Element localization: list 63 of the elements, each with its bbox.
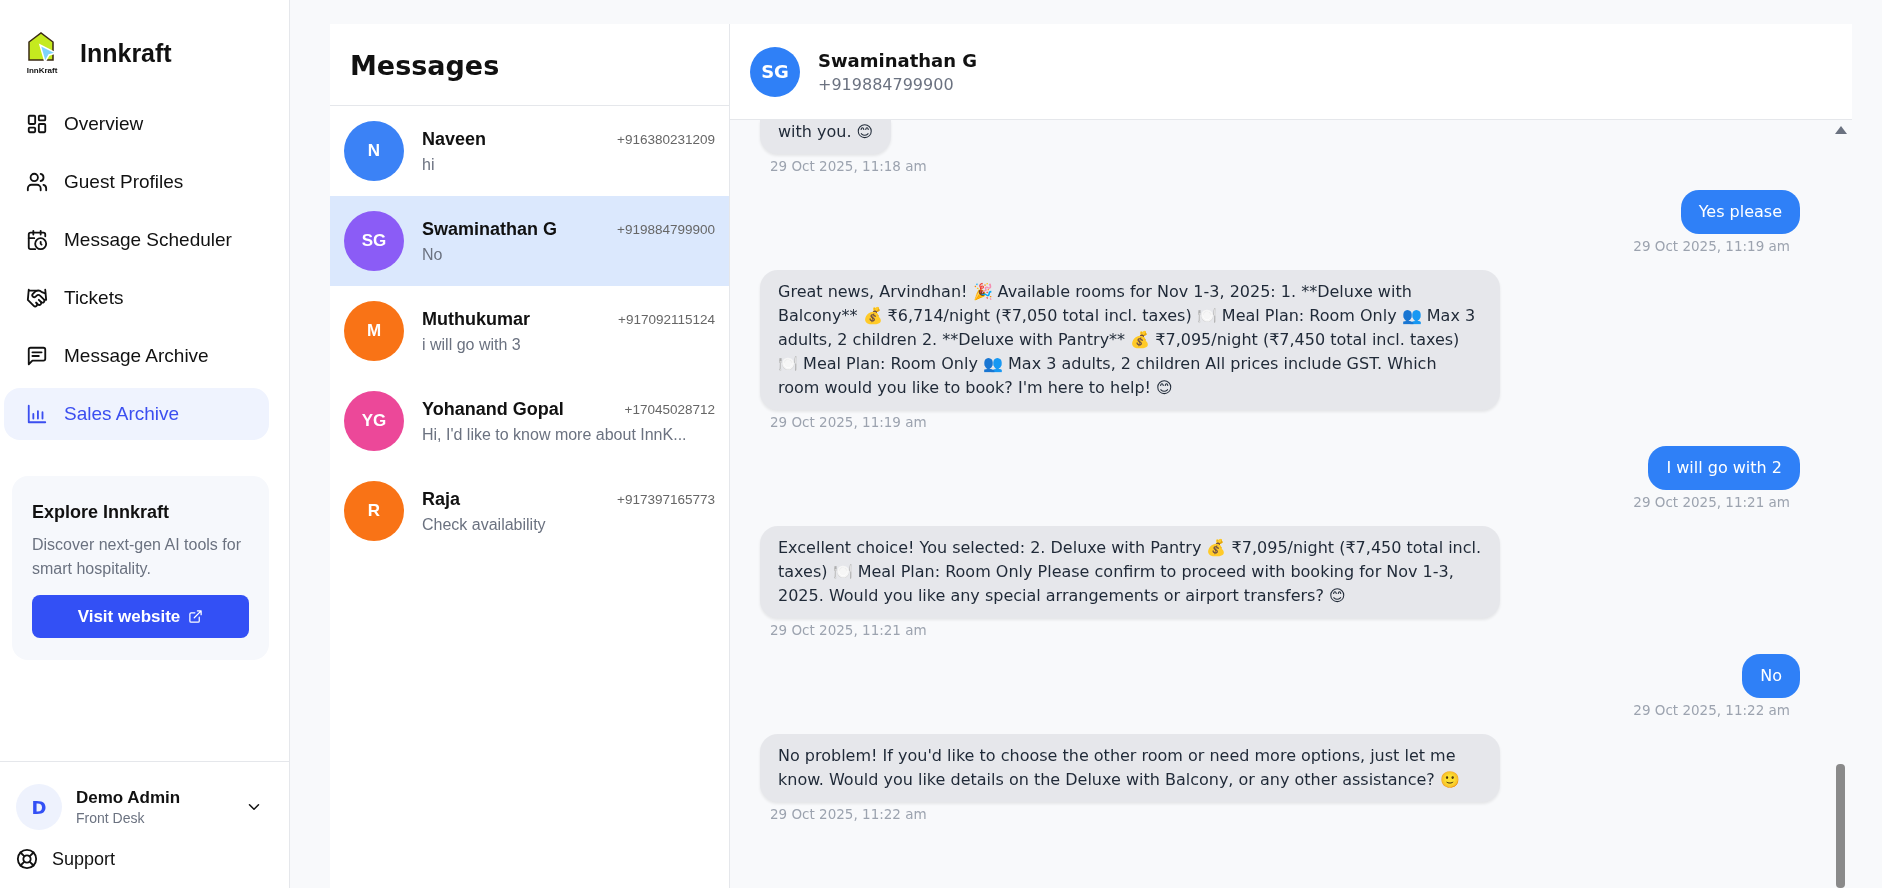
scroll-up-icon[interactable] [1835, 126, 1847, 134]
contact-name: Swaminathan G [422, 218, 558, 240]
nav-item[interactable]: Overview [4, 98, 269, 150]
contact-name: Swaminathan G [818, 49, 978, 71]
message-preview: Hi, I'd like to know more about InnK... [422, 425, 688, 444]
message-time: 29 Oct 2025, 11:21 am [770, 622, 927, 638]
incoming-message: Excellent choice! You selected: 2. Deluxe with Pantry 💰 ₹7,095/night (₹7,450 total incl. taxes) 🍽 Meal Plan: Room Only Please confirm to proceed with booking for Nov 1-3, 2025. Would you like any special arrangements or airport transfers? 😊 [760, 526, 1500, 618]
contact-avatar: R [344, 481, 404, 541]
incoming-message: with you. 😊 [760, 120, 892, 154]
message-preview: i will go with 3 [422, 335, 522, 354]
nav-item[interactable]: Guest Profiles [4, 156, 269, 208]
conversation-item[interactable]: SG Swaminathan G +919884799900 No [330, 196, 729, 286]
message-preview: No [422, 245, 444, 264]
contact-phone: +919884799900 [617, 221, 715, 237]
nav-item[interactable]: Tickets [4, 272, 269, 324]
users-icon [26, 171, 48, 193]
message-time: 29 Oct 2025, 11:22 am [1633, 702, 1790, 718]
support-link[interactable]: Support [16, 848, 116, 870]
visit-website-button[interactable]: Visit website [32, 595, 249, 638]
incoming-message: Great news, Arvindhan! 🎉 Available rooms for Nov 1-3, 2025: 1. **Deluxe with Balcony** 💰 ₹6,714/night (₹7,050 total incl. taxes) 🍽 Meal Plan: Room Only 👥 Max 3 adults, 2 children 2. **Deluxe with Pantry** 💰 ₹7,095/night (₹7,450 total incl. taxes) 🍽 Meal Plan: Room Only 👥 Max 3 adults, 2 children All prices include GST. Which room would you like to book? I'm here to help! 😊 [760, 270, 1500, 410]
contact-phone: +916380231209 [617, 131, 715, 147]
user-role: Front Desk [76, 810, 146, 826]
outgoing-message: I will go with 2 [1648, 446, 1800, 490]
contact-avatar: SG [750, 46, 800, 97]
contact-name: Naveen [422, 128, 487, 150]
incoming-message: No problem! If you'd like to choose the other room or need more options, just let me know. Would you like details on the Deluxe with Balcony, or any other assistance? 🙂 [760, 734, 1500, 802]
contact-avatar: M [344, 301, 404, 361]
contact-avatar: N [344, 121, 404, 181]
message-time: 29 Oct 2025, 11:18 am [770, 158, 927, 174]
contact-phone: +917397165773 [617, 491, 715, 507]
contact-avatar: YG [344, 391, 404, 451]
contact-name: Yohanand Gopal [422, 398, 564, 420]
message-time: 29 Oct 2025, 11:21 am [1633, 494, 1790, 510]
outgoing-message: No [1742, 654, 1800, 698]
message-time: 29 Oct 2025, 11:22 am [770, 806, 927, 822]
bar-chart-icon [26, 403, 48, 425]
nav-item[interactable]: Sales Archive [4, 388, 269, 440]
user-avatar: D [16, 784, 62, 830]
user-name: Demo Admin [76, 788, 182, 808]
handshake-icon [26, 287, 48, 309]
grid-icon [26, 113, 48, 135]
calendar-clock-icon [26, 229, 48, 251]
contact-phone: +17045028712 [624, 401, 715, 417]
brand-name: Innkraft [80, 38, 172, 68]
contact-name: Raja [422, 488, 461, 510]
external-link-icon [188, 609, 204, 624]
message-preview: hi [422, 155, 436, 174]
message-preview: Check availability [422, 515, 547, 534]
promo-text: Discover next-gen AI tools for smart hospitality. [32, 535, 242, 579]
scrollbar-thumb[interactable] [1836, 764, 1845, 888]
contact-name: Muthukumar [422, 308, 530, 330]
nav-item[interactable]: Message Archive [4, 330, 269, 382]
contact-phone: +917092115124 [618, 311, 715, 327]
logo-caption: InnKraft [26, 65, 58, 75]
nav-item[interactable]: Message Scheduler [4, 214, 269, 266]
contact-avatar: SG [344, 211, 404, 271]
message-time: 29 Oct 2025, 11:19 am [1633, 238, 1790, 254]
message-time: 29 Oct 2025, 11:19 am [770, 414, 927, 430]
lifebuoy-icon [16, 848, 38, 870]
contact-phone: +919884799900 [818, 74, 955, 94]
promo-title: Explore Innkraft [32, 502, 171, 523]
outgoing-message: Yes please [1680, 190, 1800, 234]
chat-icon [26, 345, 48, 367]
